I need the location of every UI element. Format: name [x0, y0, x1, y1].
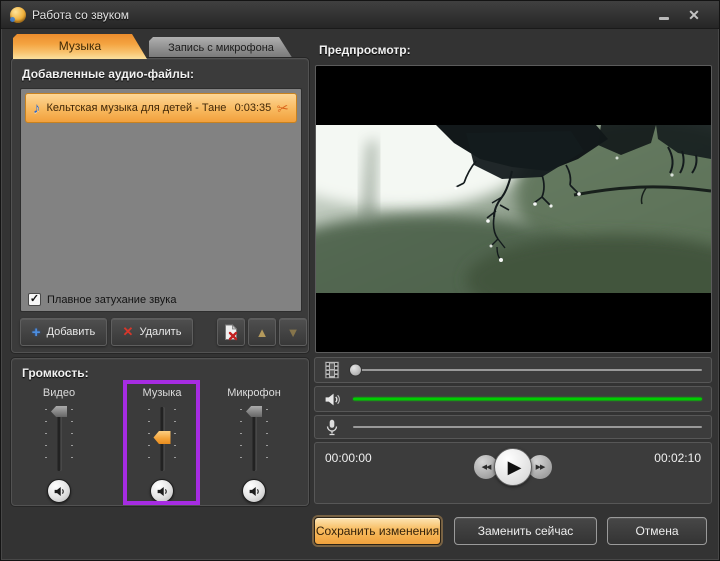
music-note-icon: ♪ — [33, 100, 41, 117]
volume-heading: Громкость: — [22, 366, 89, 380]
arrow-up-icon: ▲ — [256, 325, 269, 340]
seek-track[interactable] — [353, 369, 702, 371]
audio-file-duration: 0:03:35 — [235, 102, 272, 114]
tick-marks — [71, 409, 73, 469]
window-title: Работа со звуком — [32, 1, 129, 29]
check-icon: ✓ — [30, 294, 39, 305]
video-frame-image — [316, 125, 711, 293]
tick-marks — [45, 409, 47, 469]
preview-heading: Предпросмотр: — [319, 43, 411, 57]
playback-panel: 00:00:00 00:02:10 ◀◀ ▶ ▶▶ — [314, 442, 712, 504]
volume-slider-music: Музыка — [124, 385, 200, 503]
seek-handle[interactable] — [349, 364, 362, 377]
delete-button[interactable]: ✕ Удалить — [111, 318, 193, 346]
volume-panel: Громкость: Видео Музыка — [11, 358, 309, 506]
title-bar: Работа со звуком ✕ — [1, 1, 719, 29]
video-volume-track[interactable] — [21, 405, 97, 475]
clear-list-button[interactable] — [217, 318, 245, 346]
replace-now-button[interactable]: Заменить сейчас — [454, 517, 597, 545]
delete-button-label: Удалить — [139, 326, 181, 338]
next-icon: ▶▶ — [536, 463, 545, 471]
music-volume-track[interactable] — [124, 405, 200, 475]
add-button[interactable]: + Добавить — [20, 318, 107, 346]
audio-files-list[interactable]: ♪ Кельтская музыка для детей - Танец-ht.… — [20, 88, 302, 312]
minimize-button[interactable] — [655, 8, 673, 23]
audio-file-row[interactable]: ♪ Кельтская музыка для детей - Танец-ht.… — [25, 93, 297, 123]
transport-controls: ◀◀ ▶ ▶▶ — [473, 448, 553, 486]
audio-files-heading: Добавленные аудио-файлы: — [22, 67, 194, 81]
close-button[interactable]: ✕ — [685, 8, 703, 23]
tick-marks — [266, 409, 268, 469]
audio-files-panel: Добавленные аудио-файлы: ♪ Кельтская муз… — [11, 58, 309, 353]
music-volume-handle[interactable] — [154, 431, 171, 444]
move-up-button[interactable]: ▲ — [248, 318, 276, 346]
minimize-icon — [659, 17, 669, 20]
app-icon — [10, 7, 26, 23]
microphone-level-row — [314, 415, 712, 439]
microphone-icon — [322, 417, 342, 437]
volume-slider-microphone: Микрофон — [216, 385, 292, 503]
slider-label-microphone: Микрофон — [216, 387, 292, 399]
trim-scissors-icon[interactable]: ✂ — [276, 99, 291, 118]
music-mute-button[interactable] — [150, 479, 174, 503]
save-changes-button[interactable]: Сохранить изменения — [314, 517, 441, 545]
fade-checkbox-row[interactable]: ✓ Плавное затухание звука — [28, 293, 176, 306]
elapsed-time: 00:00:00 — [325, 451, 372, 465]
tick-marks — [148, 409, 150, 469]
speaker-icon — [248, 485, 261, 498]
volume-slider-video: Видео — [21, 385, 97, 503]
play-icon: ▶ — [508, 457, 522, 478]
play-button[interactable]: ▶ — [494, 448, 532, 486]
delete-x-icon: ✕ — [123, 324, 134, 340]
audio-dialog-window: Работа со звуком ✕ Музыка Запись с микро… — [0, 0, 720, 561]
total-time: 00:02:10 — [654, 451, 701, 465]
fade-checkbox[interactable]: ✓ — [28, 293, 41, 306]
slider-label-music: Музыка — [124, 387, 200, 399]
plus-icon: + — [32, 324, 41, 341]
add-button-label: Добавить — [47, 326, 96, 338]
clear-document-icon — [224, 324, 239, 341]
video-preview — [315, 65, 712, 353]
arrow-down-icon: ▼ — [287, 325, 300, 340]
tick-marks — [240, 409, 242, 469]
tick-marks — [174, 409, 176, 469]
tab-mic-record[interactable]: Запись с микрофона — [149, 37, 293, 59]
music-level-bar[interactable] — [353, 398, 702, 401]
tab-music[interactable]: Музыка — [13, 34, 147, 59]
speaker-icon — [322, 389, 342, 409]
seek-row — [314, 357, 712, 383]
speaker-icon — [156, 485, 169, 498]
cancel-button[interactable]: Отмена — [607, 517, 707, 545]
audio-file-name: Кельтская музыка для детей - Танец-ht... — [47, 102, 227, 114]
microphone-mute-button[interactable] — [242, 479, 266, 503]
microphone-level-bar[interactable] — [353, 426, 702, 428]
microphone-volume-handle[interactable] — [246, 406, 262, 417]
slider-label-video: Видео — [21, 387, 97, 399]
fade-label: Плавное затухание звука — [47, 294, 176, 306]
close-icon: ✕ — [688, 7, 700, 24]
speaker-icon — [53, 485, 66, 498]
filmstrip-icon — [322, 360, 342, 380]
video-mute-button[interactable] — [47, 479, 71, 503]
move-down-button[interactable]: ▼ — [279, 318, 307, 346]
video-volume-handle[interactable] — [51, 406, 67, 417]
microphone-volume-track[interactable] — [216, 405, 292, 475]
music-level-row — [314, 386, 712, 412]
previous-icon: ◀◀ — [482, 463, 491, 471]
